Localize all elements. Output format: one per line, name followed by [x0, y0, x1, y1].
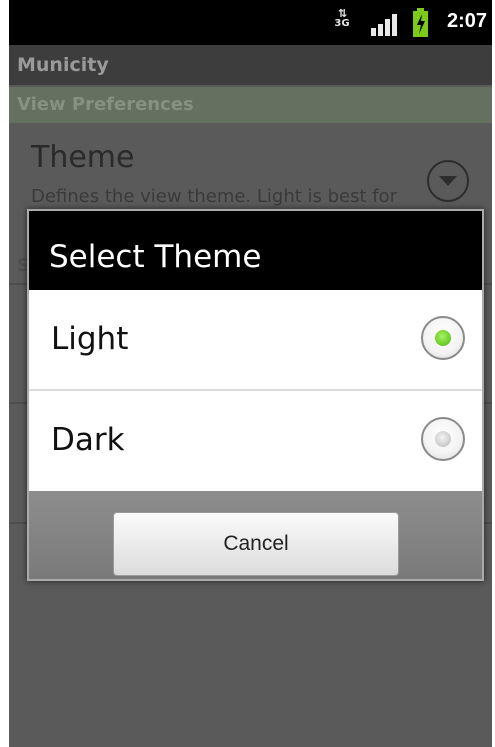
- device-screen: ⇅ 3G 2:07 Municity View Preferences Them…: [9, 0, 492, 747]
- category-view-preferences: View Preferences: [9, 87, 492, 123]
- radio-dot: [435, 431, 451, 447]
- network-3g-icon: ⇅ 3G: [331, 8, 353, 37]
- battery-charging-icon: [413, 8, 428, 37]
- signal-strength-icon: [371, 14, 397, 36]
- cancel-button[interactable]: Cancel: [113, 512, 399, 576]
- option-label: Light: [51, 321, 129, 357]
- app-title-bar: Municity: [9, 45, 492, 85]
- radio-dot: [435, 330, 451, 346]
- network-type-label: 3G: [334, 18, 350, 29]
- theme-preference-title: Theme: [31, 140, 135, 175]
- dialog-title: Select Theme: [29, 211, 482, 290]
- status-time: 2:07: [447, 10, 488, 32]
- dropdown-arrow-icon: [427, 160, 469, 202]
- status-bar: ⇅ 3G 2:07: [9, 0, 492, 45]
- theme-option-dark[interactable]: Dark: [29, 391, 482, 490]
- radio-unselected-icon[interactable]: [421, 417, 465, 461]
- theme-option-light[interactable]: Light: [29, 290, 482, 389]
- select-theme-dialog: Select Theme Light Dark Cancel: [27, 209, 484, 581]
- dialog-button-bar: Cancel: [29, 491, 482, 579]
- radio-selected-icon[interactable]: [421, 316, 465, 360]
- theme-options-list: Light Dark: [29, 290, 482, 491]
- option-label: Dark: [51, 422, 125, 458]
